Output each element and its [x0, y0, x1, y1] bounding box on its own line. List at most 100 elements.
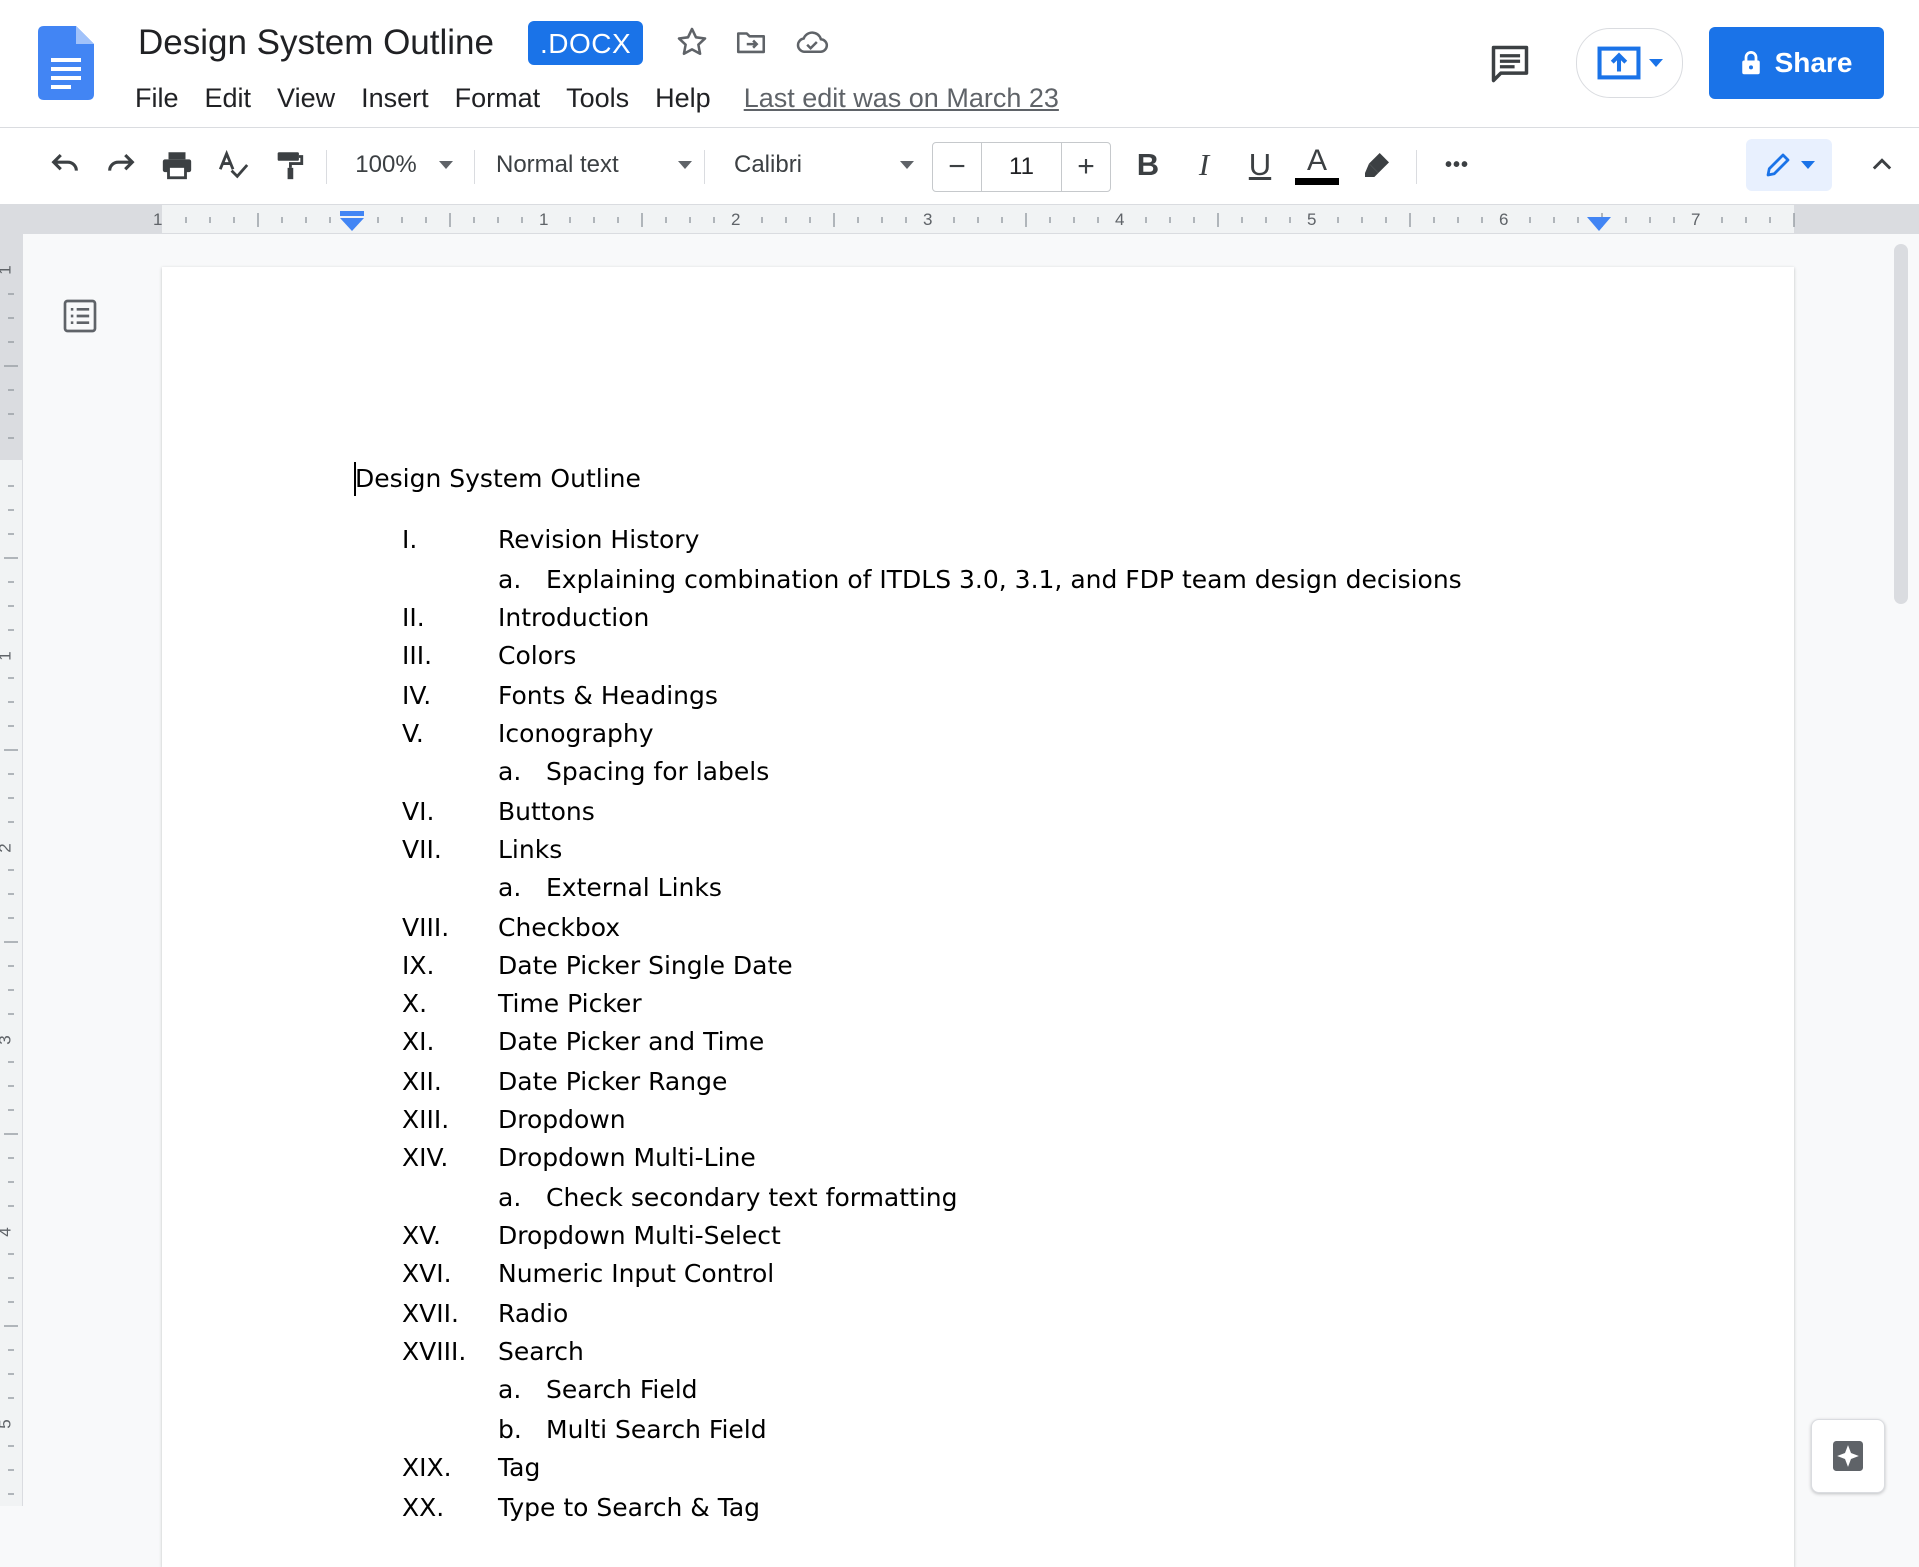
more-options-icon[interactable]: ••• [1432, 140, 1482, 190]
ruler-ticks [0, 234, 22, 1495]
outline-marker: XIV. [402, 1143, 449, 1172]
outline-item-text[interactable]: Introduction [498, 598, 649, 638]
menu-help[interactable]: Help [642, 75, 724, 121]
spell-check-icon[interactable] [210, 140, 256, 190]
outline-marker: XV. [402, 1221, 441, 1250]
outline-item-text[interactable]: Dropdown [498, 1100, 626, 1140]
scrollbar-thumb[interactable] [1894, 244, 1908, 604]
paint-format-icon[interactable] [266, 140, 312, 190]
outline-marker: I. [402, 525, 418, 554]
outline-item-text[interactable]: Dropdown Multi-Select [498, 1216, 781, 1256]
horizontal-ruler[interactable]: 1 1 2 3 4 5 6 7 [0, 205, 1919, 234]
outline-item-text[interactable]: Tag [498, 1448, 540, 1488]
outline-item-text[interactable]: Fonts & Headings [498, 676, 718, 716]
outline-marker: b. [498, 1415, 522, 1444]
last-edit-link[interactable]: Last edit was on March 23 [744, 75, 1059, 121]
increase-font-size-button[interactable]: + [1062, 143, 1110, 191]
style-dropdown-icon [678, 161, 692, 169]
ruler-number: 4 [0, 1227, 16, 1236]
ruler-number: 1 [539, 210, 549, 229]
outline-marker: XI. [402, 1027, 435, 1056]
toolbar-divider [474, 150, 475, 184]
menu-format[interactable]: Format [442, 75, 554, 121]
text-color-button[interactable]: A [1294, 140, 1340, 190]
outline-item-text[interactable]: Explaining combination of ITDLS 3.0, 3.1… [546, 560, 1462, 600]
outline-item-text[interactable]: Multi Search Field [546, 1410, 767, 1450]
decrease-font-size-button[interactable]: − [933, 143, 981, 191]
document-outline-icon[interactable] [60, 296, 100, 336]
right-indent-marker-icon[interactable] [1587, 217, 1611, 231]
outline-marker: VII. [402, 835, 442, 864]
redo-icon[interactable] [98, 140, 144, 190]
bold-button[interactable]: B [1126, 140, 1170, 190]
outline-item-text[interactable]: Check secondary text formatting [546, 1178, 958, 1218]
outline-marker: XVIII. [402, 1337, 467, 1366]
outline-item-text[interactable]: Search Field [546, 1370, 698, 1410]
highlight-color-icon[interactable] [1354, 140, 1400, 190]
font-size-input[interactable]: 11 [981, 143, 1062, 191]
comments-icon[interactable] [1482, 36, 1538, 92]
document-title[interactable]: Design System Outline [138, 18, 494, 68]
share-button[interactable]: Share [1709, 27, 1884, 99]
outline-item-text[interactable]: Type to Search & Tag [498, 1488, 760, 1528]
ruler-number: 3 [0, 1035, 16, 1044]
text-color-icon: A [1306, 143, 1327, 177]
indent-marker-icon[interactable] [340, 211, 364, 231]
font-family-select[interactable]: Calibri [734, 140, 914, 190]
ruler-number: 6 [1499, 210, 1509, 229]
pencil-icon [1766, 153, 1790, 177]
outline-marker: III. [402, 641, 433, 670]
ruler-ticks [0, 205, 1919, 233]
ruler-number: 3 [923, 210, 933, 229]
outline-item-text[interactable]: Colors [498, 636, 576, 676]
move-to-folder-icon[interactable] [731, 20, 771, 64]
paragraph-style-select[interactable]: Normal text [496, 140, 692, 190]
outline-item-text[interactable]: Date Picker Single Date [498, 946, 793, 986]
outline-item-text[interactable]: Dropdown Multi-Line [498, 1138, 756, 1178]
ruler-number: 1 [0, 265, 16, 274]
ruler-number: 1 [153, 210, 163, 229]
font-size-control: − 11 + [932, 142, 1111, 192]
print-icon[interactable] [154, 140, 200, 190]
collapse-menus-icon[interactable] [1862, 140, 1902, 190]
underline-button[interactable]: U [1238, 140, 1282, 190]
docx-badge: .DOCX [528, 21, 644, 65]
outline-item-text[interactable]: Spacing for labels [546, 752, 769, 792]
menu-view[interactable]: View [264, 75, 348, 121]
outline-marker: IV. [402, 681, 432, 710]
outline-item-text[interactable]: Date Picker Range [498, 1062, 727, 1102]
outline-marker: a. [498, 873, 522, 902]
outline-item-text[interactable]: Links [498, 830, 562, 870]
outline-item-text[interactable]: Search [498, 1332, 584, 1372]
font-family-value: Calibri [734, 151, 803, 178]
outline-marker: XII. [402, 1067, 442, 1096]
outline-marker: II. [402, 603, 425, 632]
menu-insert[interactable]: Insert [348, 75, 442, 121]
present-button[interactable] [1576, 28, 1683, 98]
vertical-ruler[interactable]: 1 1 2 3 4 5 [0, 234, 23, 1506]
editing-mode-button[interactable] [1746, 139, 1832, 191]
google-docs-logo-icon[interactable] [38, 26, 94, 100]
menu-file[interactable]: File [122, 75, 192, 121]
ruler-number: 4 [1115, 210, 1125, 229]
explore-button[interactable] [1811, 1419, 1885, 1493]
cloud-status-icon[interactable] [792, 20, 832, 64]
outline-item-text[interactable]: Numeric Input Control [498, 1254, 774, 1294]
undo-icon[interactable] [42, 140, 88, 190]
menu-edit[interactable]: Edit [192, 75, 265, 121]
italic-button[interactable]: I [1182, 140, 1226, 190]
menu-tools[interactable]: Tools [553, 75, 642, 121]
outline-item-text[interactable]: External Links [546, 868, 722, 908]
star-icon[interactable] [672, 20, 712, 64]
outline-item-text[interactable]: Checkbox [498, 908, 620, 948]
outline-item-text[interactable]: Radio [498, 1294, 568, 1334]
present-icon [1597, 46, 1640, 80]
zoom-select[interactable]: 100% [348, 140, 460, 190]
outline-item-text[interactable]: Time Picker [498, 984, 642, 1024]
outline-item-text[interactable]: Revision History [498, 520, 699, 560]
outline-item-text[interactable]: Iconography [498, 714, 654, 754]
outline-item-text[interactable]: Buttons [498, 792, 595, 832]
document-heading[interactable]: Design System Outline [355, 458, 641, 500]
zoom-dropdown-icon [438, 161, 453, 169]
outline-item-text[interactable]: Date Picker and Time [498, 1022, 764, 1062]
